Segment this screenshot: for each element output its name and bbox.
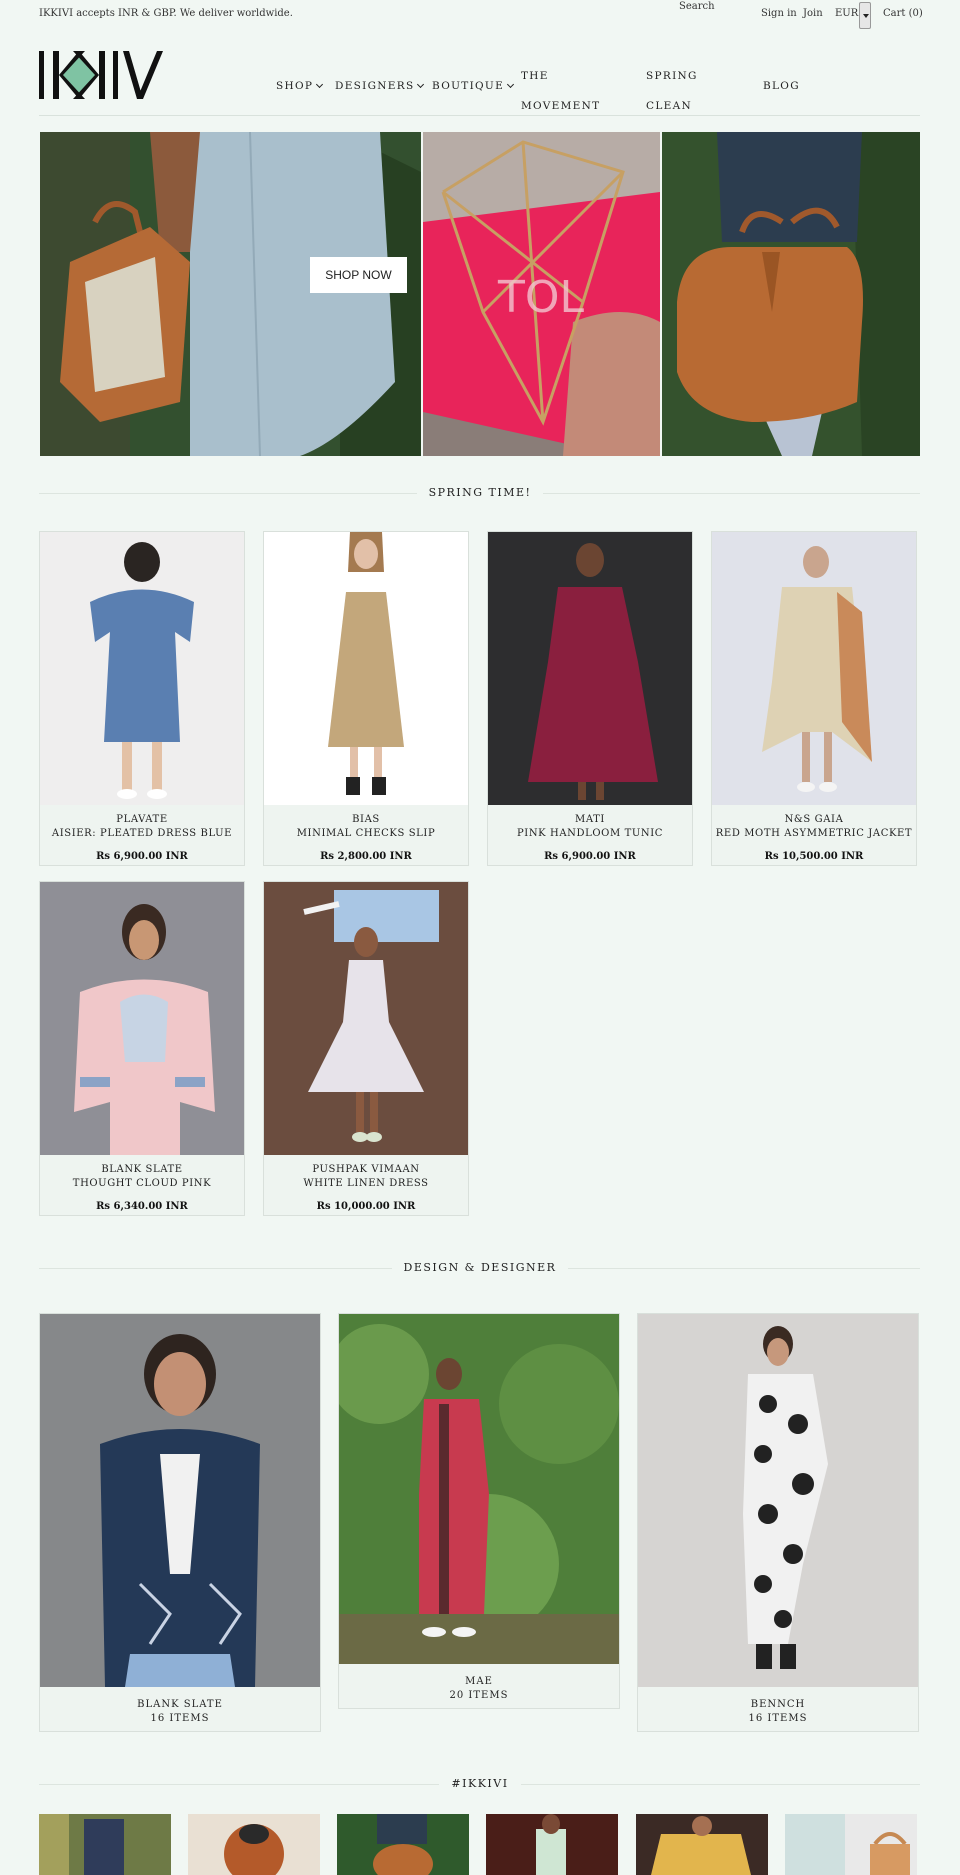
product-brand: MATI — [575, 814, 605, 825]
product-price: Rs 6,900.00 INR — [544, 851, 636, 862]
hero-image-2: TOL — [423, 132, 660, 456]
promo-text: IKKIVI accepts INR & GBP. We deliver wor… — [39, 8, 293, 19]
instagram-image[interactable] — [188, 1814, 320, 1875]
cart-link[interactable]: Cart (0) — [883, 8, 923, 19]
instagram-image[interactable] — [785, 1814, 917, 1875]
nav-the-movement[interactable]: The Movement — [521, 61, 600, 121]
designer-name[interactable]: MAE — [339, 1676, 619, 1687]
section-title-design: DESIGN & DESIGNER — [0, 1261, 960, 1274]
product-card[interactable]: BIAS MINIMAL CHECKS SLIP Rs 2,800.00 INR — [263, 531, 469, 866]
product-brand: PUSHPAK VIMAAN — [312, 1164, 420, 1175]
section-title-spring: SPRING TIME! — [0, 486, 960, 499]
section-title-design-text: DESIGN & DESIGNER — [391, 1261, 569, 1274]
currency-dropdown-button[interactable] — [859, 2, 871, 29]
hero-panel-bag-dress[interactable] — [40, 132, 421, 456]
join-link[interactable]: Join — [803, 8, 823, 19]
ikkivi-logo[interactable] — [39, 51, 163, 99]
hero-overlay-text: TOL — [497, 272, 585, 323]
header-divider — [39, 115, 920, 116]
hero-panel-terrarium[interactable]: TOL — [423, 132, 660, 456]
hero-panel-leather-bag[interactable] — [662, 132, 920, 456]
designer-card[interactable]: BLANK SLATE 16 ITEMS — [39, 1313, 321, 1732]
designer-item-count: 16 ITEMS — [150, 1713, 210, 1724]
product-image[interactable] — [40, 532, 244, 805]
designer-card[interactable]: MAE 20 ITEMS — [338, 1313, 620, 1709]
page: IKKIVI accepts INR & GBP. We deliver wor… — [0, 0, 960, 1875]
product-image[interactable] — [712, 532, 916, 805]
instagram-image[interactable] — [636, 1814, 768, 1875]
designer-card[interactable]: BENNCH 16 ITEMS — [637, 1313, 919, 1732]
nav-shop-label: Shop — [276, 80, 314, 92]
nav-the-movement-line1: The — [521, 70, 549, 82]
section-title-instagram-text: #IKKIVI — [439, 1777, 521, 1790]
nav-designers[interactable]: Designers — [335, 80, 425, 92]
product-price: Rs 10,500.00 INR — [764, 851, 864, 862]
product-name[interactable]: RED MOTH ASYMMETRIC JACKET — [712, 828, 916, 839]
designer-item-count: 20 ITEMS — [449, 1690, 509, 1701]
product-name[interactable]: THOUGHT CLOUD PINK — [40, 1178, 244, 1189]
designer-name[interactable]: BLANK SLATE — [40, 1699, 320, 1710]
nav-spring-clean[interactable]: Spring Clean — [646, 61, 698, 121]
currency-select[interactable]: EUR — [835, 8, 858, 19]
nav-designers-label: Designers — [335, 80, 415, 92]
designer-image[interactable] — [339, 1314, 619, 1664]
product-brand: PLAVATE — [116, 814, 168, 825]
hero-image-1 — [40, 132, 421, 456]
nav-boutique[interactable]: Boutique — [432, 80, 515, 92]
product-card[interactable]: PUSHPAK VIMAAN WHITE LINEN DRESS Rs 10,0… — [263, 881, 469, 1216]
designer-name[interactable]: BENNCH — [638, 1699, 918, 1710]
product-card[interactable]: N&S GAIA RED MOTH ASYMMETRIC JACKET Rs 1… — [711, 531, 917, 866]
nav-the-movement-line2: Movement — [521, 100, 601, 112]
product-price: Rs 6,340.00 INR — [96, 1201, 188, 1212]
nav-boutique-label: Boutique — [432, 80, 505, 92]
product-image[interactable] — [264, 882, 468, 1155]
designer-image[interactable] — [638, 1314, 918, 1687]
hero-image-3 — [662, 132, 920, 456]
product-card[interactable]: PLAVATE AISIER: PLEATED DRESS BLUE Rs 6,… — [39, 531, 245, 866]
product-name[interactable]: AISIER: PLEATED DRESS BLUE — [40, 828, 244, 839]
product-price: Rs 10,000.00 INR — [316, 1201, 416, 1212]
instagram-image[interactable] — [39, 1814, 171, 1875]
nav-spring-clean-line1: Spring — [646, 70, 698, 82]
designer-image[interactable] — [40, 1314, 320, 1687]
chevron-down-icon — [507, 80, 515, 89]
section-title-instagram: #IKKIVI — [0, 1777, 960, 1790]
chevron-down-icon — [316, 80, 324, 89]
product-price: Rs 2,800.00 INR — [320, 851, 412, 862]
product-card[interactable]: BLANK SLATE THOUGHT CLOUD PINK Rs 6,340.… — [39, 881, 245, 1216]
nav-blog[interactable]: Blog — [763, 80, 800, 92]
nav-shop[interactable]: Shop — [276, 80, 324, 92]
product-image[interactable] — [40, 882, 244, 1155]
product-brand: N&S GAIA — [784, 814, 844, 825]
instagram-image[interactable] — [486, 1814, 618, 1875]
product-image[interactable] — [488, 532, 692, 805]
product-brand: BLANK SLATE — [101, 1164, 183, 1175]
shop-now-button[interactable]: SHOP NOW — [310, 257, 407, 293]
product-card[interactable]: MATI PINK HANDLOOM TUNIC Rs 6,900.00 INR — [487, 531, 693, 866]
product-image[interactable] — [264, 532, 468, 805]
instagram-image[interactable] — [337, 1814, 469, 1875]
section-title-spring-text: SPRING TIME! — [416, 486, 544, 499]
product-name[interactable]: MINIMAL CHECKS SLIP — [264, 828, 468, 839]
sign-in-link[interactable]: Sign in — [761, 8, 797, 19]
nav-spring-clean-line2: Clean — [646, 100, 692, 112]
search-input[interactable]: Search — [679, 1, 715, 12]
product-name[interactable]: WHITE LINEN DRESS — [264, 1178, 468, 1189]
product-name[interactable]: PINK HANDLOOM TUNIC — [488, 828, 692, 839]
product-price: Rs 6,900.00 INR — [96, 851, 188, 862]
product-brand: BIAS — [352, 814, 380, 825]
chevron-down-icon — [417, 80, 425, 89]
designer-item-count: 16 ITEMS — [748, 1713, 808, 1724]
